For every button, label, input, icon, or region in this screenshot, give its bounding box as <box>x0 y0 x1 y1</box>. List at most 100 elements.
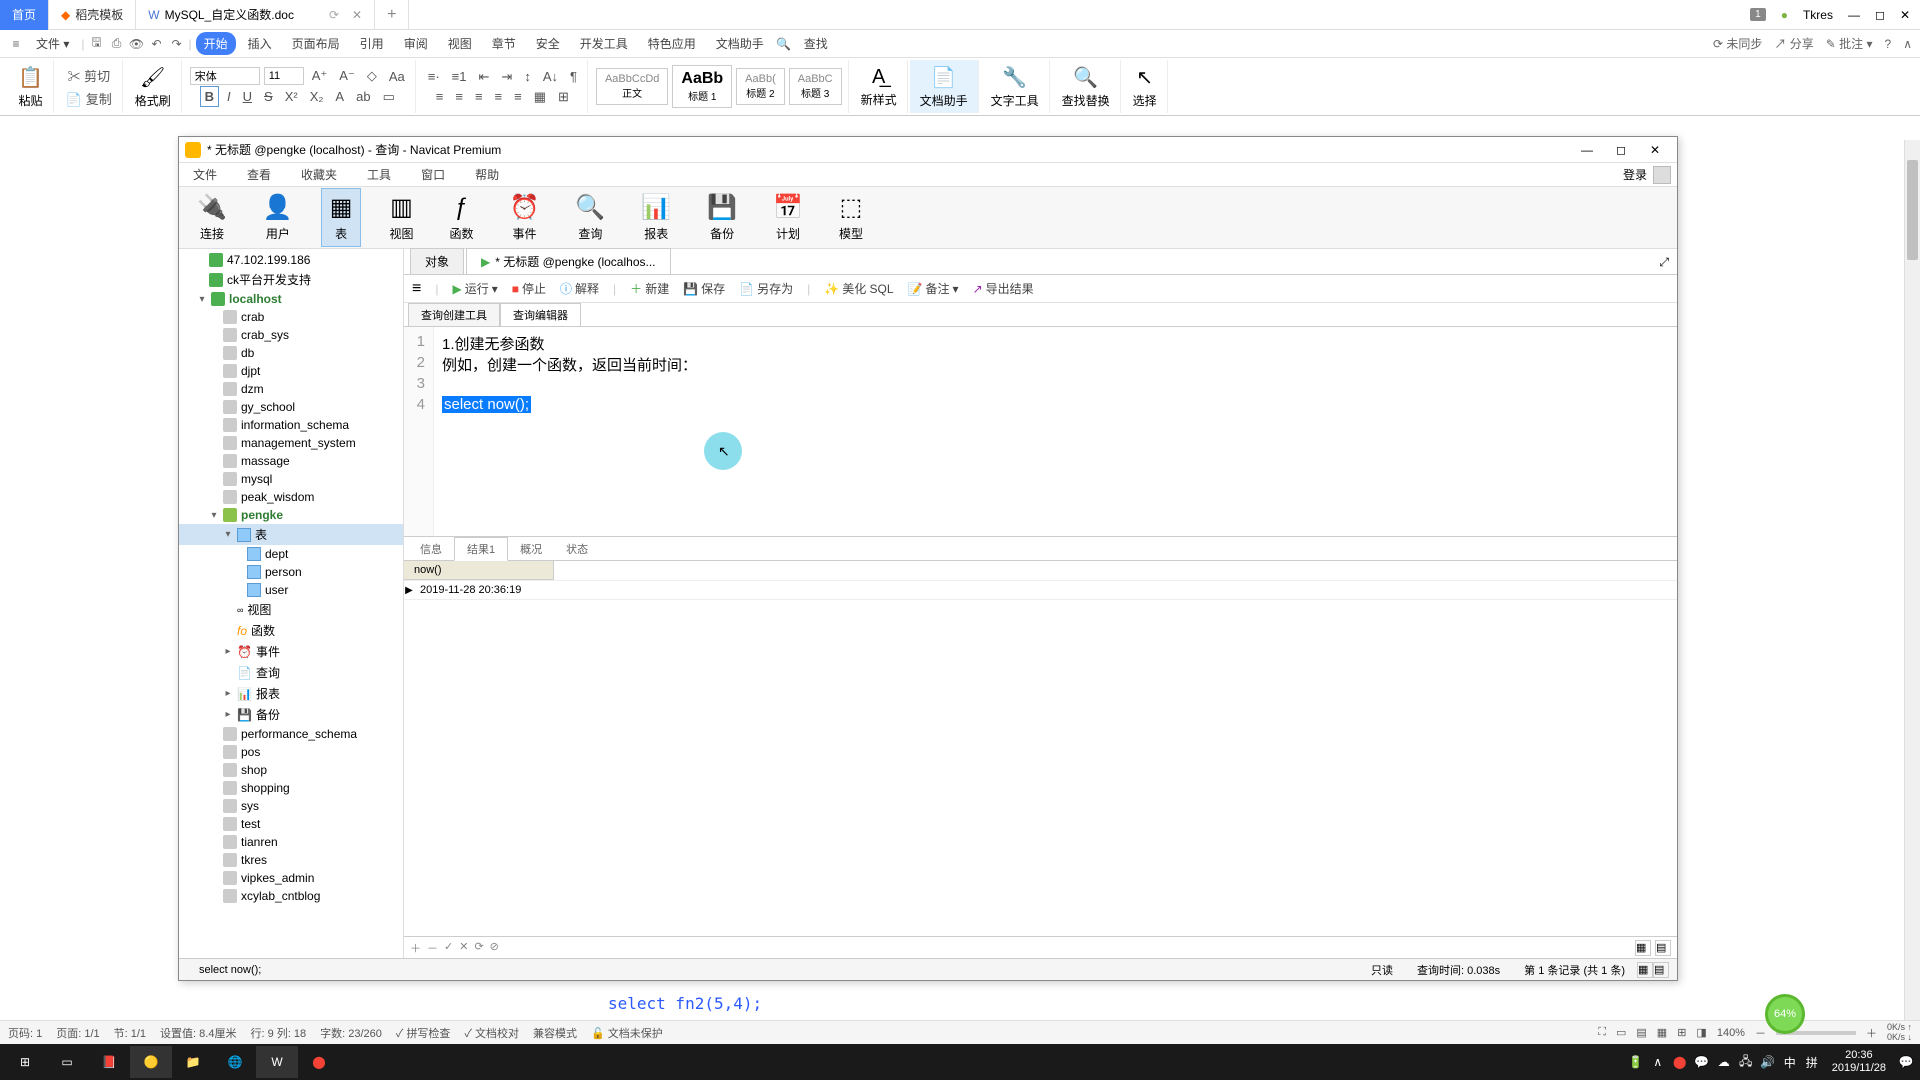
view-mode-2-icon[interactable]: ▤ <box>1636 1026 1646 1039</box>
tree-db-gyschool[interactable]: gy_school <box>179 398 403 416</box>
menu-dochelper[interactable]: 文档助手 <box>708 32 772 55</box>
tree-events[interactable]: ▸⏰ 事件 <box>179 641 403 662</box>
tray-volume-icon[interactable]: 🔊 <box>1758 1052 1778 1072</box>
number-list-icon[interactable]: ≡1 <box>448 67 471 86</box>
tree-db-shop[interactable]: shop <box>179 761 403 779</box>
wps-tab-doc[interactable]: W MySQL_自定义函数.doc ⟳ ✕ <box>136 0 375 30</box>
nav-tool-model[interactable]: ⬚模型 <box>831 189 871 246</box>
italic-button[interactable]: I <box>223 87 235 106</box>
borders-icon[interactable]: ⊞ <box>554 87 573 107</box>
align-center-icon[interactable]: ≡ <box>451 87 467 106</box>
tree-db-mysql[interactable]: mysql <box>179 470 403 488</box>
tray-network-icon[interactable]: 🖧 <box>1736 1052 1756 1072</box>
tree-db-tkres[interactable]: tkres <box>179 851 403 869</box>
status-protect[interactable]: 🔓 文档未保护 <box>591 1025 663 1041</box>
increase-font-icon[interactable]: A⁺ <box>308 66 332 86</box>
status-form-icon[interactable]: ▤ <box>1653 962 1669 978</box>
taskbar-edge[interactable]: 🌐 <box>214 1046 256 1078</box>
cancel-icon[interactable]: ✕ <box>459 940 468 956</box>
tree-functions[interactable]: fо 函数 <box>179 620 403 641</box>
tree-db-crabsys[interactable]: crab_sys <box>179 326 403 344</box>
tree-table-dept[interactable]: dept <box>179 545 403 563</box>
print-icon[interactable]: ⎙ <box>109 36 125 52</box>
del-row-icon[interactable]: － <box>427 940 438 956</box>
subtab-builder[interactable]: 查询创建工具 <box>408 303 500 326</box>
paste-button[interactable]: 📋 粘贴 <box>14 61 47 113</box>
tree-server-2[interactable]: ck平台开发支持 <box>179 269 403 290</box>
copy-button[interactable]: 📄 复制 <box>62 87 116 110</box>
sql-editor[interactable]: 1 2 3 4 1.创建无参函数 例如，创建一个函数，返回当前时间： selec… <box>404 327 1677 537</box>
tree-reports[interactable]: ▸📊 报表 <box>179 683 403 704</box>
nav-tool-connection[interactable]: 🔌连接 <box>189 189 235 246</box>
result-grid[interactable]: now() ▶ 2019-11-28 20:36:19 <box>404 561 1677 936</box>
subtab-editor[interactable]: 查询编辑器 <box>500 303 581 326</box>
menu-pagelayout[interactable]: 页面布局 <box>284 32 348 55</box>
navicat-titlebar[interactable]: * 无标题 @pengke (localhost) - 查询 - Navicat… <box>179 137 1677 163</box>
status-rowcol[interactable]: 行: 9 列: 18 <box>250 1025 306 1041</box>
wps-tab-template[interactable]: ◆稻壳模板 <box>49 0 136 30</box>
wps-tab-add[interactable]: + <box>375 0 409 30</box>
taskbar-recorder[interactable]: ⬤ <box>298 1046 340 1078</box>
tree-db-tianren[interactable]: tianren <box>179 833 403 851</box>
stop-refresh-icon[interactable]: ⊘ <box>490 940 499 956</box>
nav-tool-query[interactable]: 🔍查询 <box>567 189 613 246</box>
tree-db-vipkes[interactable]: vipkes_admin <box>179 869 403 887</box>
status-page-num[interactable]: 页码: 1 <box>8 1025 42 1041</box>
clear-format-icon[interactable]: ◇ <box>363 66 381 86</box>
font-color-button[interactable]: A <box>331 87 348 106</box>
menu-reference[interactable]: 引用 <box>352 32 392 55</box>
tray-red-icon[interactable]: ⬤ <box>1670 1052 1690 1072</box>
tree-db-infoschema[interactable]: information_schema <box>179 416 403 434</box>
user-avatar-icon[interactable]: ● <box>1781 8 1788 22</box>
navicat-close-button[interactable]: ✕ <box>1639 140 1671 160</box>
new-button[interactable]: ＋新建 <box>630 280 669 297</box>
actionbar-menu-icon[interactable]: ≡ <box>412 280 421 298</box>
zoom-in-icon[interactable]: ＋ <box>1866 1025 1877 1041</box>
view-mode-3-icon[interactable]: ▦ <box>1657 1026 1667 1039</box>
tree-db-mgmtsys[interactable]: management_system <box>179 434 403 452</box>
nav-tab-expand-icon[interactable]: ⤢ <box>1651 251 1677 274</box>
grid-view-icon[interactable]: ▦ <box>1635 940 1651 956</box>
tree-backups[interactable]: ▸💾 备份 <box>179 704 403 725</box>
taskbar-explorer[interactable]: 📁 <box>172 1046 214 1078</box>
new-style-button[interactable]: А̲新样式 <box>857 62 901 112</box>
border-button[interactable]: ▭ <box>379 87 399 107</box>
cut-button[interactable]: ✂ 剪切 <box>64 64 115 87</box>
maximize-icon[interactable]: ◻ <box>1875 8 1885 22</box>
nav-menu-tools[interactable]: 工具 <box>359 163 399 186</box>
tree-views[interactable]: ∞ 视图 <box>179 599 403 620</box>
user-name[interactable]: Tkres <box>1803 8 1833 22</box>
result-col-header[interactable]: now() <box>404 561 554 580</box>
change-case-icon[interactable]: Aa <box>385 67 409 86</box>
select-button[interactable]: ↖选择 <box>1129 61 1161 113</box>
doc-scrollbar[interactable] <box>1904 140 1920 1020</box>
taskbar-navicat[interactable]: 🟡 <box>130 1046 172 1078</box>
nav-menu-window[interactable]: 窗口 <box>413 163 453 186</box>
wps-tab-home[interactable]: 首页 <box>0 0 49 30</box>
zoom-badge[interactable]: 64% <box>1765 994 1805 1034</box>
result-tab-profile[interactable]: 概况 <box>508 538 554 560</box>
style-heading3[interactable]: AaBbC标题 3 <box>789 68 842 105</box>
font-select[interactable] <box>190 67 260 85</box>
close-icon[interactable]: ✕ <box>352 8 362 22</box>
nav-menu-file[interactable]: 文件 <box>185 163 225 186</box>
tree-db-peak[interactable]: peak_wisdom <box>179 488 403 506</box>
nav-tool-event[interactable]: ⏰事件 <box>502 189 548 246</box>
undo-icon[interactable]: ↶ <box>149 36 165 52</box>
justify-icon[interactable]: ≡ <box>491 87 507 106</box>
underline-button[interactable]: U <box>239 87 256 106</box>
status-grid-icon[interactable]: ▦ <box>1637 962 1653 978</box>
taskbar-wps[interactable]: W <box>256 1046 298 1078</box>
status-spellcheck[interactable]: ✓ 拼写检查 <box>396 1025 451 1041</box>
nav-tool-table[interactable]: ▦表 <box>321 188 362 247</box>
style-heading1[interactable]: AaBb标题 1 <box>672 65 732 108</box>
result-tab-info[interactable]: 信息 <box>408 538 454 560</box>
tree-localhost[interactable]: ▾localhost <box>179 290 403 308</box>
zoom-value[interactable]: 140% <box>1717 1027 1745 1039</box>
text-tool-button[interactable]: 🔧文字工具 <box>987 61 1043 113</box>
menu-start[interactable]: 开始 <box>196 32 236 55</box>
menu-devtools[interactable]: 开发工具 <box>572 32 636 55</box>
nav-tool-backup[interactable]: 💾备份 <box>699 189 745 246</box>
commit-icon[interactable]: ✓ <box>444 940 453 956</box>
nav-tool-schedule[interactable]: 📅计划 <box>765 189 811 246</box>
